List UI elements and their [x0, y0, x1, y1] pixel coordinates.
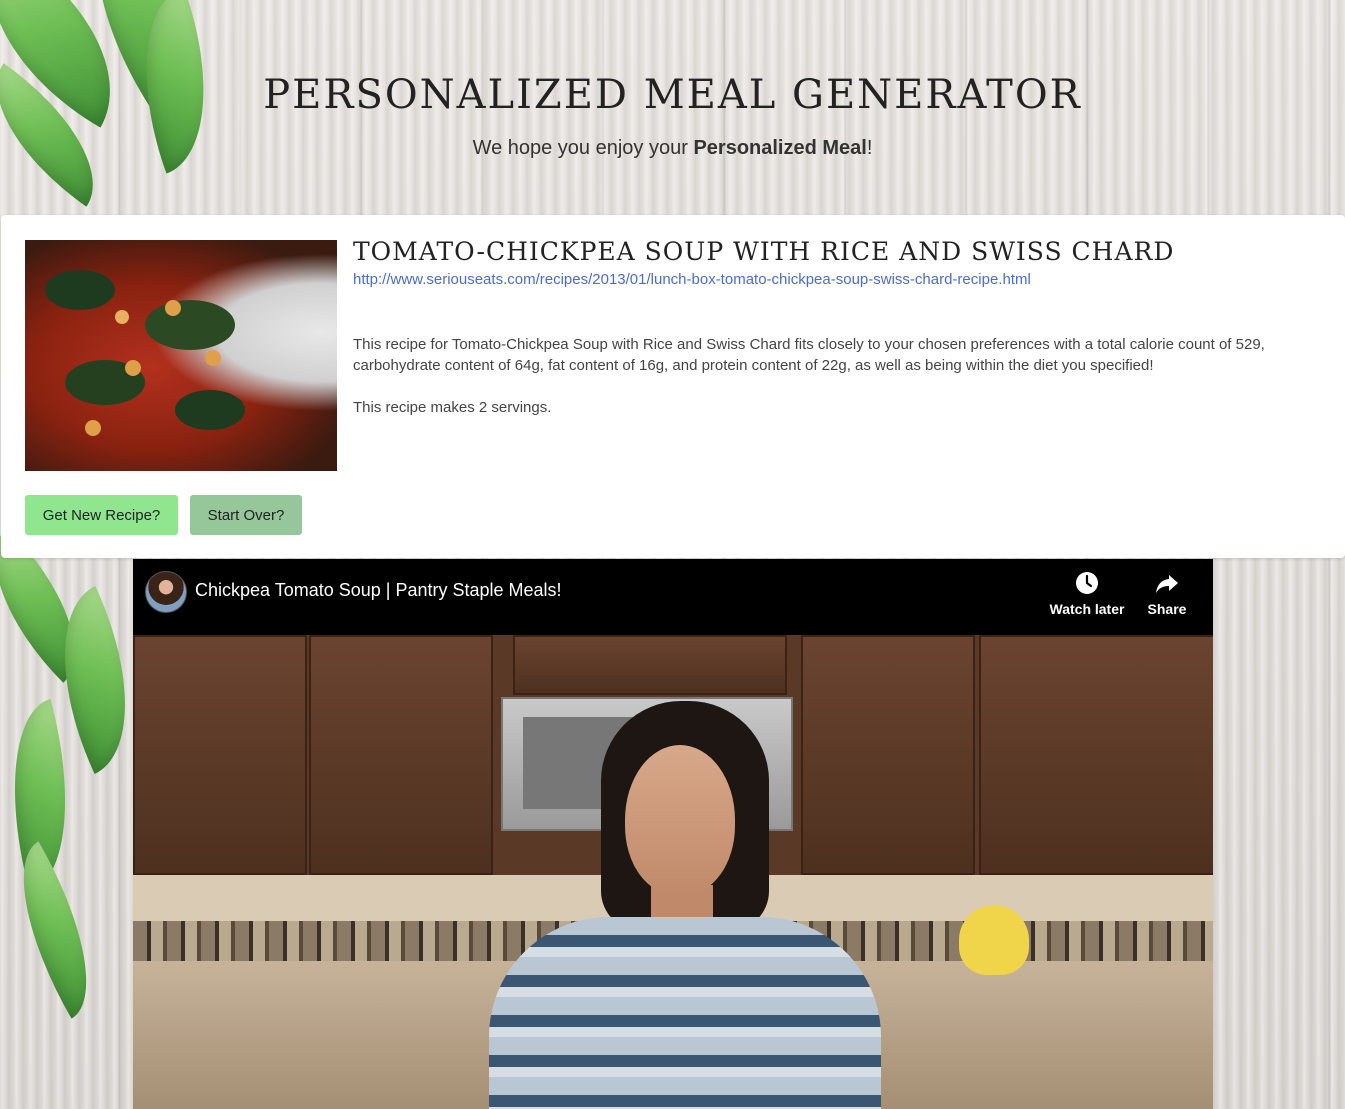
recipe-source-link[interactable]: http://www.seriouseats.com/recipes/2013/…	[353, 271, 1031, 288]
page-subtitle: We hope you enjoy your Personalized Meal…	[0, 137, 1345, 160]
presenter-shirt	[489, 917, 881, 1109]
chickpea	[205, 350, 221, 366]
chickpea	[85, 420, 101, 436]
chickpea	[115, 310, 129, 324]
page-title: PERSONALIZED MEAL GENERATOR	[263, 72, 1082, 118]
cabinet	[801, 635, 975, 875]
cabinet	[133, 635, 307, 875]
recipe-title: TOMATO-CHICKPEA SOUP WITH RICE AND SWISS…	[353, 237, 1175, 266]
subtitle-bold: Personalized Meal	[693, 137, 867, 159]
share-label: Share	[1147, 601, 1187, 617]
recipe-image	[25, 240, 337, 471]
watch-later-button[interactable]: Watch later	[1049, 571, 1125, 617]
video-title[interactable]: Chickpea Tomato Soup | Pantry Staple Mea…	[195, 580, 562, 601]
video-player[interactable]: Chickpea Tomato Soup | Pantry Staple Mea…	[133, 559, 1213, 1109]
presenter-face	[625, 745, 735, 895]
chard-leaf	[175, 390, 245, 430]
recipe-servings: This recipe makes 2 servings.	[353, 399, 552, 416]
chard-leaf	[45, 270, 115, 310]
share-button[interactable]: Share	[1143, 571, 1191, 617]
subtitle-suffix: !	[866, 137, 873, 159]
chickpea	[165, 300, 181, 316]
start-over-button[interactable]: Start Over?	[190, 495, 302, 535]
recipe-description: This recipe for Tomato-Chickpea Soup wit…	[353, 336, 1265, 374]
channel-avatar[interactable]	[145, 571, 187, 613]
page-header: PERSONALIZED MEAL GENERATOR We hope you …	[0, 0, 1345, 215]
get-new-recipe-button[interactable]: Get New Recipe?	[25, 495, 178, 535]
cabinet	[513, 635, 787, 695]
cabinet	[309, 635, 493, 875]
clock-icon	[1076, 572, 1098, 594]
subtitle-text: We hope you enjoy your	[472, 137, 694, 159]
watch-later-label: Watch later	[1049, 601, 1125, 617]
video-top-bar: Chickpea Tomato Soup | Pantry Staple Mea…	[133, 559, 1213, 635]
chickpea	[125, 360, 141, 376]
video-frame	[133, 635, 1213, 1109]
bananas	[959, 905, 1029, 975]
recipe-card: TOMATO-CHICKPEA SOUP WITH RICE AND SWISS…	[1, 215, 1345, 558]
cabinet	[979, 635, 1213, 875]
leaf-image	[0, 841, 124, 1019]
share-arrow-icon	[1156, 575, 1178, 593]
chard-leaf	[145, 300, 235, 350]
